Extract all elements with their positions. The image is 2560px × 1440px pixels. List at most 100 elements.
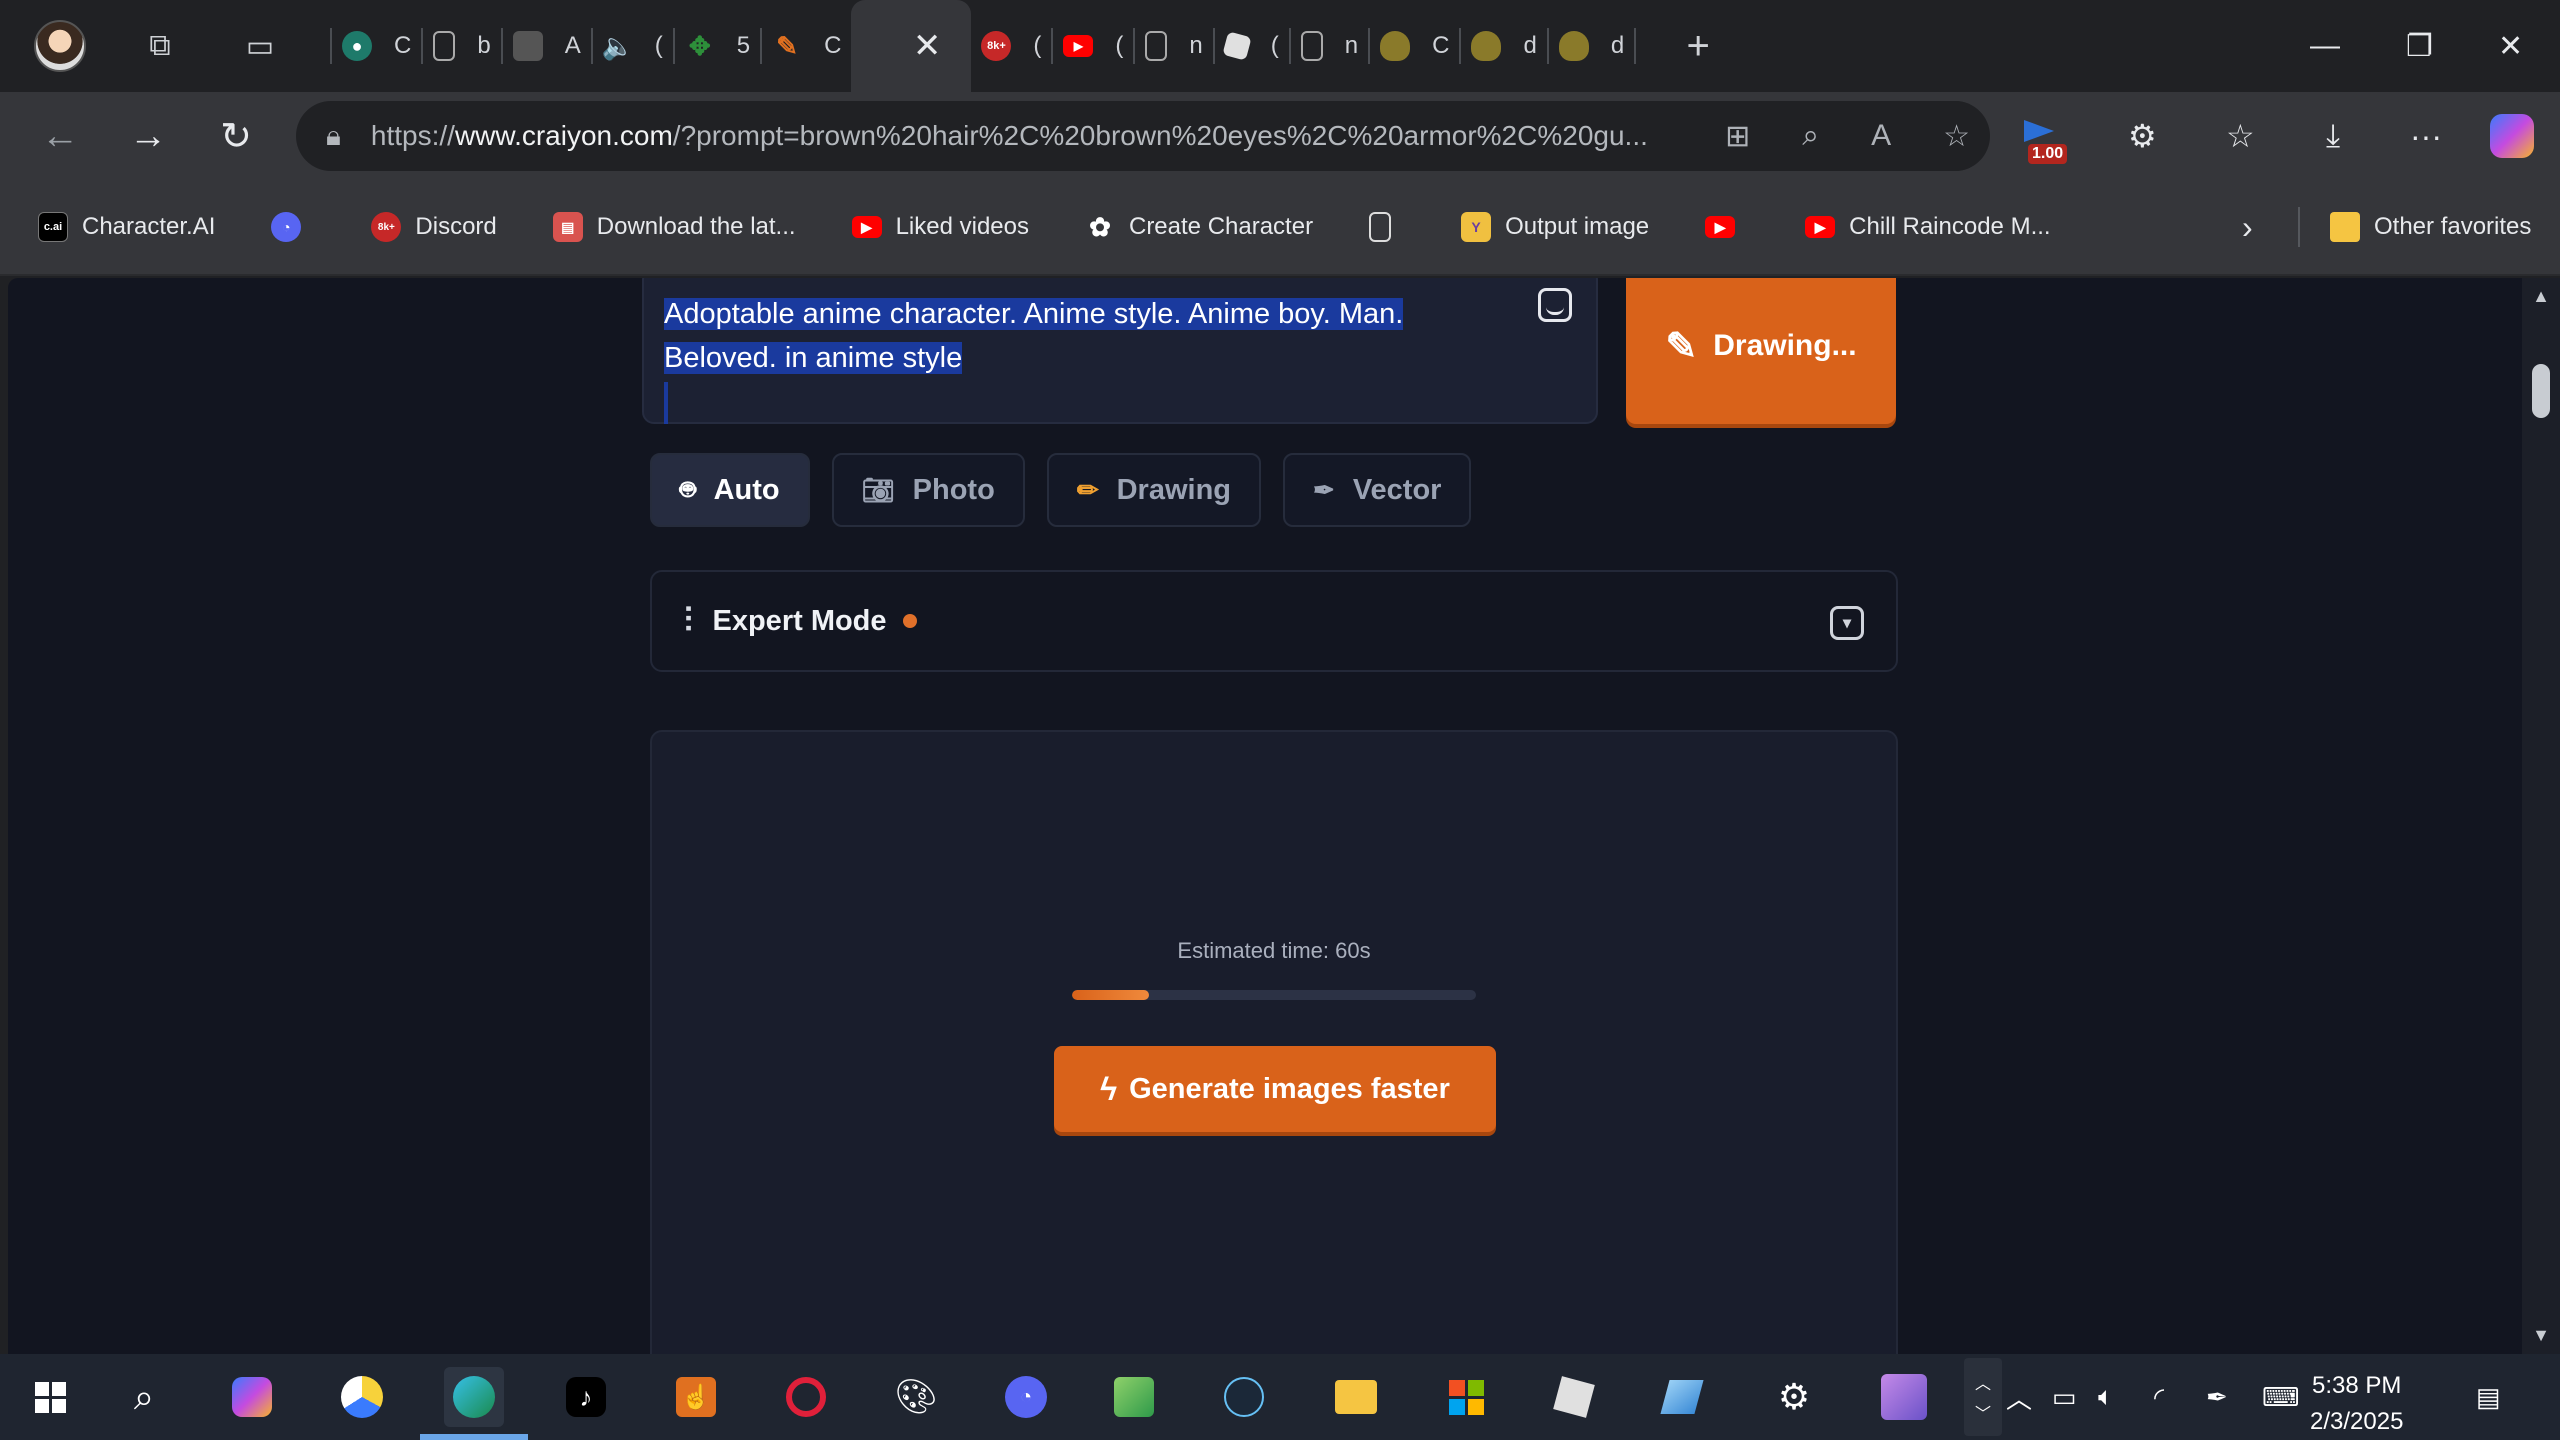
draw-button[interactable]: ✎ Drawing... <box>1626 278 1896 424</box>
8k-icon: 8k+ <box>371 212 402 242</box>
favorites-icon[interactable]: ☆ <box>2226 92 2255 180</box>
chrome-canary-icon[interactable] <box>332 1367 392 1427</box>
new-tab-plus-icon[interactable]: + <box>1678 24 1718 68</box>
url-scheme: https:// <box>370 120 455 151</box>
scroll-down-icon[interactable]: ▼ <box>2522 1325 2560 1346</box>
scroll-up-icon[interactable]: ▲ <box>2522 286 2560 307</box>
tab[interactable]: ✎ C <box>762 10 851 82</box>
favorite-star-icon[interactable]: ☆ <box>1943 119 1970 154</box>
mode-drawing[interactable]: ✏︎ Drawing <box>1046 453 1262 527</box>
edge-icon[interactable] <box>420 1367 528 1440</box>
bookmark-download[interactable]: ▤ Download the lat... <box>552 212 796 242</box>
discord-icon[interactable]: ◔ <box>996 1367 1056 1427</box>
tab[interactable]: ● C <box>332 10 421 82</box>
result-panel: Estimated time: 60s ϟ Generate images fa… <box>650 730 1898 1354</box>
workspaces-icon[interactable]: ⧉ <box>140 26 180 66</box>
expert-mode-panel[interactable]: ⫶ Expert Mode ▾ <box>650 570 1898 672</box>
mode-auto[interactable]: 🤖︎ Auto <box>650 453 810 527</box>
volume-icon[interactable]: 🔈︎ <box>2098 1354 2114 1440</box>
lock-icon[interactable]: 🔒︎ <box>326 120 341 153</box>
tab[interactable]: A <box>503 10 591 82</box>
extensions-puzzle-icon[interactable]: ⚙︎ <box>2128 92 2157 180</box>
minimize-icon[interactable]: — <box>2310 0 2340 92</box>
forward-arrow-icon[interactable]: → <box>118 106 178 166</box>
mode-photo[interactable]: 📷︎ Photo <box>831 453 1025 527</box>
tab[interactable]: ( <box>1215 10 1289 82</box>
more-menu-icon[interactable]: ··· <box>2410 92 2442 180</box>
bookmark-output-image[interactable]: Y Output image <box>1461 212 1649 242</box>
bookmark-label: Output image <box>1505 213 1650 240</box>
wifi-icon[interactable]: ◜ <box>2154 1354 2164 1440</box>
tab[interactable]: 🔈( <box>593 10 673 82</box>
bookmark-character-ai[interactable]: c.ai Character.AI <box>38 212 215 242</box>
notifications-icon[interactable]: ▤ <box>2476 1354 2501 1440</box>
image-prompt-icon[interactable] <box>1538 288 1572 322</box>
read-aloud-icon[interactable]: A <box>1871 119 1891 153</box>
tab[interactable]: n <box>1291 10 1368 82</box>
refresh-icon[interactable]: ↻ <box>206 106 266 166</box>
pen-icon[interactable]: ✒︎ <box>2206 1354 2228 1440</box>
close-icon[interactable]: ✕ <box>913 26 942 66</box>
page-scrollbar[interactable]: ▲ ▼ <box>2522 278 2560 1354</box>
tray-expand-icon[interactable]: ︿ <box>2006 1354 2032 1440</box>
zoom-icon[interactable]: ⌕ <box>1802 119 1819 153</box>
bookmark-liked-videos[interactable]: ▶ Liked videos <box>851 213 1029 241</box>
microsoft-store-icon[interactable] <box>1436 1367 1496 1427</box>
tiktok-icon[interactable]: ♪ <box>556 1367 616 1427</box>
copilot-icon[interactable] <box>222 1367 282 1427</box>
paint-icon[interactable]: 🎨︎ <box>886 1367 946 1427</box>
window-close-icon[interactable]: ✕ <box>2498 0 2523 92</box>
settings-gear-icon[interactable]: ⚙︎ <box>1764 1367 1824 1427</box>
steam-icon[interactable] <box>1214 1367 1274 1427</box>
windows-start-icon[interactable] <box>20 1367 80 1427</box>
scroll-thumb[interactable] <box>2532 364 2550 418</box>
overflow-scroll[interactable]: ︿ ﹀ <box>1964 1358 2002 1436</box>
back-arrow-icon[interactable]: ← <box>30 106 90 166</box>
profile-avatar[interactable] <box>34 20 86 72</box>
bookmark-chill-raincode[interactable]: ▶ Chill Raincode M... <box>1805 213 2051 241</box>
robot-icon: 🤖︎ <box>680 473 696 504</box>
bookmark-page[interactable] <box>1369 212 1405 242</box>
tab[interactable]: b <box>423 10 500 82</box>
tab[interactable]: C <box>1370 10 1459 82</box>
roblox-studio-icon[interactable] <box>1652 1367 1712 1427</box>
downloads-icon[interactable]: ⤓ <box>2326 92 2340 180</box>
bookmark-label: Download the lat... <box>596 213 796 240</box>
address-field[interactable]: 🔒︎ https://www.craiyon.com/?prompt=brown… <box>296 101 1990 171</box>
other-favorites[interactable]: Other favorites <box>2330 212 2531 242</box>
bookmark-discord-icon-only[interactable]: ◔ <box>271 212 315 242</box>
chevron-down-icon[interactable]: ﹀ <box>1975 1400 1991 1424</box>
app-hand-icon[interactable]: ☝ <box>666 1367 726 1427</box>
tab[interactable]: ✥ 5 <box>675 10 760 82</box>
clock[interactable]: 5:38 PM 2/3/2025 <box>2310 1368 2403 1440</box>
battery-icon[interactable]: ▭ <box>2052 1354 2077 1440</box>
mode-vector[interactable]: ✒︎ Vector <box>1283 453 1472 527</box>
tab[interactable]: 8k+ ( <box>971 10 1051 82</box>
tab[interactable]: n <box>1135 10 1212 82</box>
bookmarks-overflow-chevron-icon[interactable]: › <box>2242 209 2253 246</box>
search-icon[interactable]: ⌕ <box>114 1367 174 1427</box>
bookmark-youtube[interactable]: ▶ <box>1705 216 1749 238</box>
chevron-down-icon[interactable]: ▾ <box>1830 606 1864 640</box>
photos-icon[interactable] <box>1104 1367 1164 1427</box>
prompt-textarea[interactable]: Adoptable anime character. Anime style. … <box>642 278 1598 424</box>
vertical-tabs-icon[interactable]: ▭ <box>240 26 280 66</box>
anime-avatar-app-icon[interactable] <box>1874 1367 1934 1427</box>
tab[interactable]: d <box>1461 10 1546 82</box>
keyboard-icon[interactable]: ⌨︎ <box>2262 1354 2300 1440</box>
bookmark-discord[interactable]: 8k+ Discord <box>371 212 497 242</box>
tab[interactable]: ▶( <box>1053 10 1133 82</box>
expert-mode-label: Expert Mode <box>712 604 887 637</box>
tab[interactable]: d <box>1549 10 1634 82</box>
generate-faster-button[interactable]: ϟ Generate images faster <box>1054 1046 1496 1132</box>
app-available-icon[interactable]: ⊞ <box>1725 119 1750 154</box>
tab-active[interactable]: ✕ <box>851 0 972 92</box>
chevron-up-icon[interactable]: ︿ <box>1975 1370 1991 1394</box>
file-explorer-icon[interactable] <box>1326 1367 1386 1427</box>
extension-icon[interactable]: 1.00 <box>2024 120 2068 164</box>
bookmark-create-character[interactable]: ✿ Create Character <box>1085 212 1313 242</box>
restore-icon[interactable]: ❐ <box>2406 0 2433 92</box>
copilot-icon[interactable] <box>2490 92 2534 180</box>
opera-icon[interactable] <box>776 1367 836 1427</box>
roblox-icon[interactable] <box>1544 1367 1604 1427</box>
